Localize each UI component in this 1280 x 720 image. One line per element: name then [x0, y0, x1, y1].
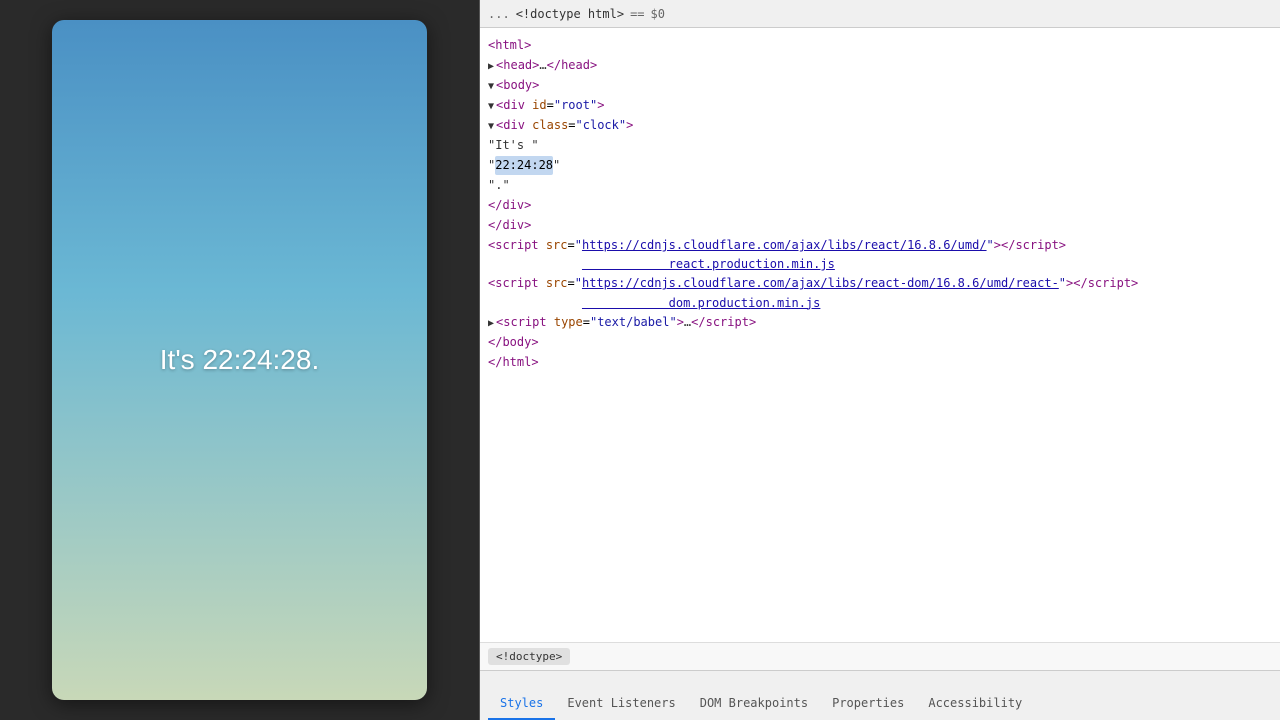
react-script-open: <script: [488, 236, 539, 255]
babel-ellipsis: …: [684, 313, 691, 332]
dots: ...: [488, 7, 510, 21]
tab-accessibility[interactable]: Accessibility: [916, 688, 1034, 720]
triangle-clock[interactable]: [488, 119, 494, 135]
reactdom-src-attr: src: [546, 274, 568, 293]
triangle-babel[interactable]: [488, 316, 494, 332]
dom-line-close-body[interactable]: </body>: [480, 333, 1280, 353]
text-period: ".": [488, 176, 510, 195]
dom-line-root[interactable]: <div id="root">: [480, 96, 1280, 116]
clock-display: It's 22:24:28.: [160, 344, 319, 376]
main-content: It's 22:24:28. ... <!doctype html> == $0…: [0, 0, 1280, 720]
root-div-close: </div>: [488, 216, 531, 235]
reactdom-src-quote-open: ": [575, 274, 582, 293]
babel-script-close: </script>: [691, 313, 756, 332]
tab-styles[interactable]: Styles: [488, 688, 555, 720]
clock-div-bracket: >: [626, 116, 633, 135]
dom-line-time[interactable]: "22:24:28": [480, 156, 1280, 176]
body-close-tag: </body>: [488, 333, 539, 352]
head-close-tag: </head>: [547, 56, 598, 75]
clock-div-close: </div>: [488, 196, 531, 215]
dom-line-head[interactable]: <head>…</head>: [480, 56, 1280, 76]
dom-line-close-clock[interactable]: </div>: [480, 196, 1280, 216]
dom-tree: <html> <head>…</head> <body> <div id="ro…: [480, 28, 1280, 642]
id-attr-name: id: [532, 96, 546, 115]
triangle-root[interactable]: [488, 99, 494, 115]
dom-line-its[interactable]: "It's ": [480, 136, 1280, 156]
dom-line-close-html[interactable]: </html>: [480, 353, 1280, 373]
text-time-quote-open: ": [488, 156, 495, 175]
babel-script-open: <script: [496, 313, 547, 332]
triangle-body[interactable]: [488, 79, 494, 95]
dom-line-react-script[interactable]: <script src="https://cdnjs.cloudflare.co…: [480, 236, 1280, 274]
react-src-attr: src: [546, 236, 568, 255]
tab-bar: Styles Event Listeners DOM Breakpoints P…: [480, 671, 1042, 720]
breadcrumb-doctype[interactable]: <!doctype>: [488, 648, 570, 665]
dollar-sign: $0: [651, 7, 665, 21]
html-tag: <html>: [488, 36, 531, 55]
devtools-breadcrumb: <!doctype>: [480, 642, 1280, 670]
div-close-bracket: >: [597, 96, 604, 115]
body-tag: <body>: [496, 76, 539, 95]
dom-line-babel-script[interactable]: <script type="text/babel">…</script>: [480, 313, 1280, 333]
reactdom-script-open: <script: [488, 274, 539, 293]
devtools-topbar: ... <!doctype html> == $0: [480, 0, 1280, 28]
tab-event-listeners[interactable]: Event Listeners: [555, 688, 687, 720]
reactdom-src-quote-close: ": [1059, 274, 1066, 293]
equals-sign: ==: [630, 7, 644, 21]
react-src-link[interactable]: https://cdnjs.cloudflare.com/ajax/libs/r…: [582, 236, 987, 274]
dom-line-body[interactable]: <body>: [480, 76, 1280, 96]
tab-properties[interactable]: Properties: [820, 688, 916, 720]
head-ellipsis: …: [539, 56, 546, 75]
triangle-head[interactable]: [488, 59, 494, 75]
dom-line-html[interactable]: <html>: [480, 36, 1280, 56]
babel-type-attr: type: [554, 313, 583, 332]
devtools-panel: ... <!doctype html> == $0 <html> <head>……: [480, 0, 1280, 720]
text-time-highlighted: 22:24:28: [495, 156, 553, 175]
bottom-tabs: Styles Event Listeners DOM Breakpoints P…: [480, 670, 1280, 720]
react-src-quote-close: ": [987, 236, 994, 255]
react-src-quote-open: ": [575, 236, 582, 255]
reactdom-src-link[interactable]: https://cdnjs.cloudflare.com/ajax/libs/r…: [582, 274, 1059, 312]
babel-bracket: >: [677, 313, 684, 332]
doctype-label: <!doctype html>: [516, 7, 624, 21]
dom-line-close-root[interactable]: </div>: [480, 216, 1280, 236]
class-attr-name: class: [532, 116, 568, 135]
clock-div-open: <div: [496, 116, 525, 135]
head-open-tag: <head>: [496, 56, 539, 75]
dom-line-period[interactable]: ".": [480, 176, 1280, 196]
text-time-quote-close: ": [553, 156, 560, 175]
class-attr-value: "clock": [576, 116, 627, 135]
preview-panel: It's 22:24:28.: [0, 0, 480, 720]
text-its: "It's ": [488, 136, 539, 155]
phone-preview: It's 22:24:28.: [52, 20, 427, 700]
dom-line-reactdom-script[interactable]: <script src="https://cdnjs.cloudflare.co…: [480, 274, 1280, 312]
babel-type-value: "text/babel": [590, 313, 677, 332]
reactdom-script-close: ></script>: [1066, 274, 1138, 293]
div-open: <div: [496, 96, 525, 115]
id-attr-value: "root": [554, 96, 597, 115]
html-close-tag: </html>: [488, 353, 539, 372]
tab-dom-breakpoints[interactable]: DOM Breakpoints: [688, 688, 820, 720]
dom-line-clock[interactable]: <div class="clock">: [480, 116, 1280, 136]
react-script-close: ></script>: [994, 236, 1066, 255]
